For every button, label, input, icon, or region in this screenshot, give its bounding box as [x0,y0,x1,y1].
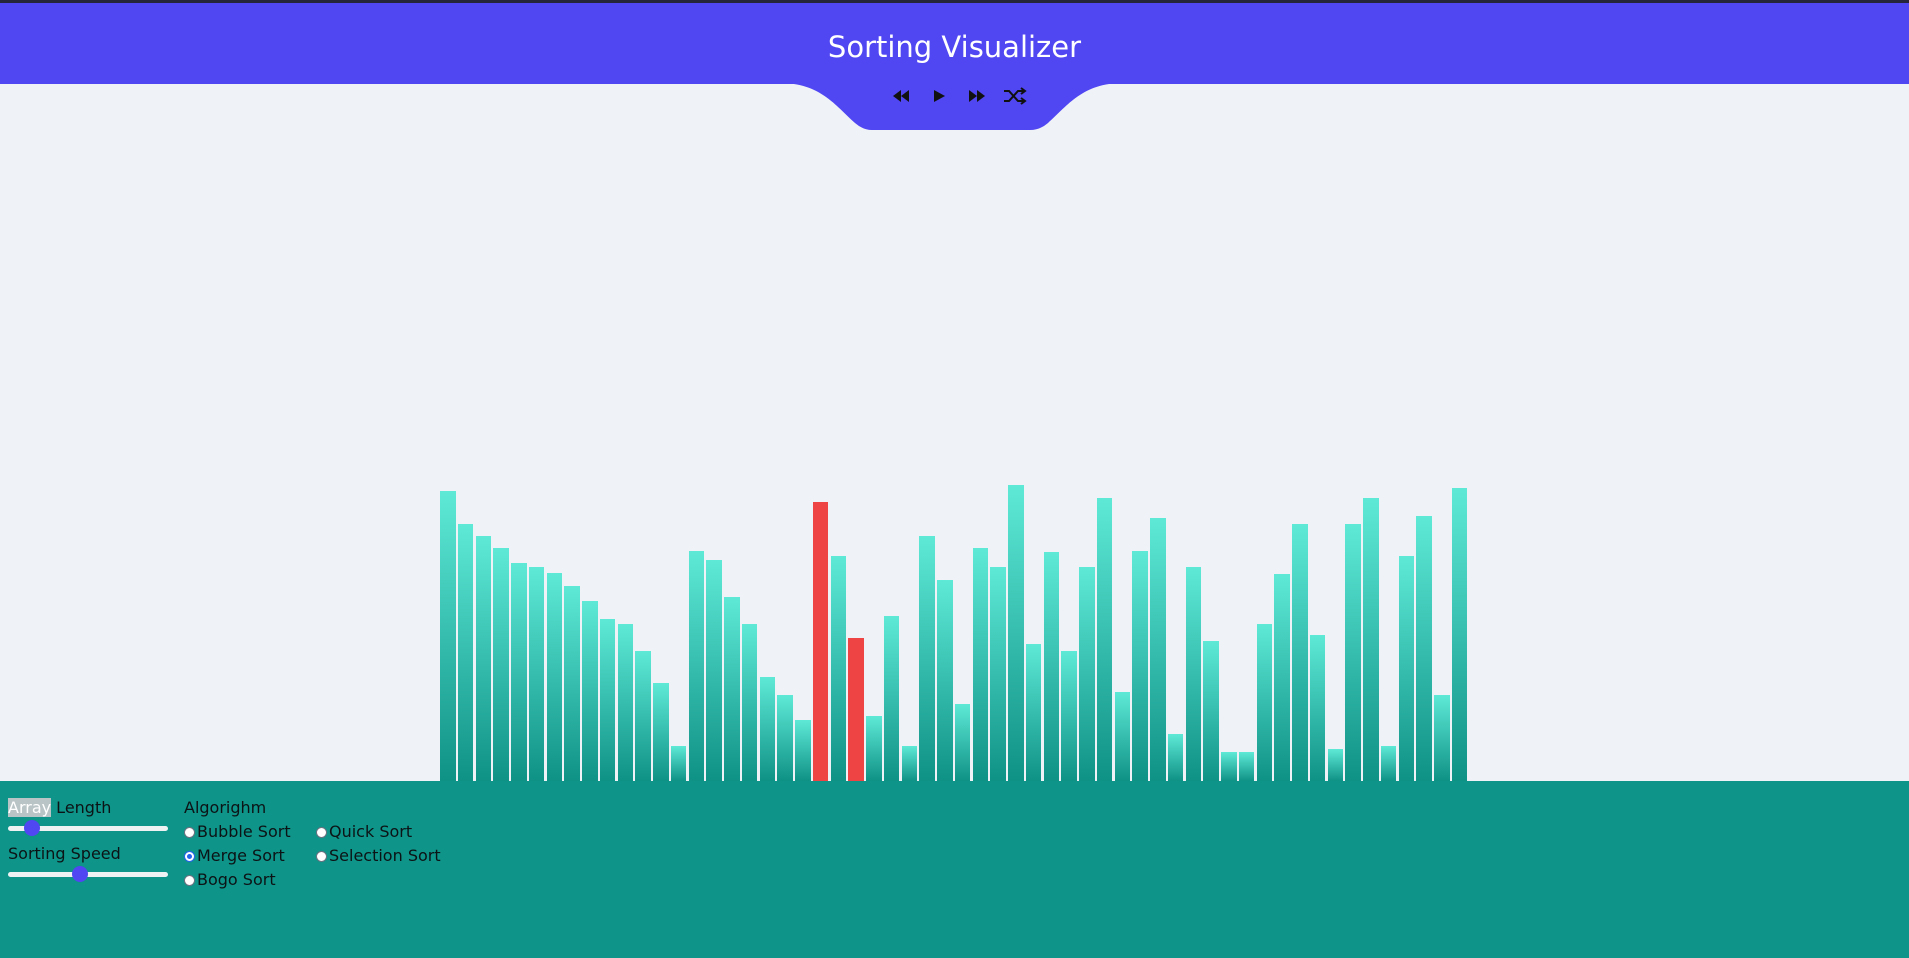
array-bar [635,651,651,781]
algorithm-label: Algorighm [184,798,267,817]
array-bar [1132,551,1148,781]
array-bar [1256,624,1272,781]
array-bar [724,597,740,781]
array-bar [440,491,456,781]
array-bar [511,563,527,781]
radio-bogo-sort-dot[interactable] [184,874,195,886]
array-length-label: Array Length [8,798,112,817]
array-bar [564,586,580,781]
array-bar [1416,516,1432,781]
array-bar [866,716,882,781]
array-bar [1363,498,1379,781]
array-bar [1380,746,1397,781]
array-bar [830,556,846,781]
array-bar [777,695,793,781]
radio-quick-sort-dot[interactable] [316,826,327,838]
array-bar [1150,518,1166,781]
array-bar [972,548,988,781]
array-bar [812,502,829,781]
bar-chart-area [0,84,1909,781]
array-bar [653,683,669,781]
radio-bubble-sort[interactable]: Bubble Sort [184,822,291,842]
array-bar [1043,552,1059,781]
array-bar [1061,651,1077,781]
array-bar [1345,524,1361,781]
array-bar [848,638,864,781]
array-bar [1096,498,1113,781]
array-bar [1434,695,1450,781]
array-bar [1238,752,1255,781]
radio-bubble-sort-dot[interactable] [184,826,195,838]
app-header: Sorting Visualizer [0,3,1909,84]
array-bar [1203,641,1219,781]
radio-selection-sort-dot[interactable] [316,850,327,862]
array-bar [1327,749,1343,781]
radio-bogo-sort[interactable]: Bogo Sort [184,870,276,890]
radio-merge-sort[interactable]: Merge Sort [184,846,285,866]
array-bar [937,580,953,781]
array-bar [546,573,562,781]
array-bar [1008,485,1024,781]
array-bar [493,548,509,781]
array-bar [617,624,633,781]
array-bar [1274,574,1290,781]
array-bar [582,601,598,781]
array-bar [599,619,616,781]
sorting-speed-label: Sorting Speed [8,844,121,863]
array-bar [1309,635,1326,781]
array-bar [795,720,811,781]
array-bar [1079,567,1095,781]
array-bar [901,746,917,781]
array-bar [759,677,775,781]
array-bar [528,567,545,781]
page-title: Sorting Visualizer [827,30,1082,64]
array-bar [1398,556,1414,781]
array-bar [688,551,704,781]
array-bar [1025,644,1042,781]
array-bar [954,704,971,781]
array-bar [1451,488,1468,781]
radio-selection-sort[interactable]: Selection Sort [316,846,441,866]
settings-panel: Array Length Sorting Speed Algorighm Bub… [0,781,1909,958]
sorting-speed-slider-thumb[interactable] [72,866,88,882]
array-bar [706,560,722,781]
array-bar [883,616,900,781]
array-bar [990,567,1006,781]
sorting-speed-slider[interactable] [8,872,168,877]
array-bar [1292,524,1308,781]
array-bar [475,536,491,781]
radio-merge-sort-dot[interactable] [184,850,195,862]
array-bar [1185,567,1201,781]
array-bar [1114,692,1130,781]
array-bar [919,536,935,781]
array-length-slider-thumb[interactable] [24,820,40,836]
array-bar [670,746,687,781]
array-bar [457,524,474,781]
array-bar [1221,752,1237,781]
radio-quick-sort[interactable]: Quick Sort [316,822,412,842]
array-bar [1167,734,1184,781]
array-bar [741,624,758,781]
